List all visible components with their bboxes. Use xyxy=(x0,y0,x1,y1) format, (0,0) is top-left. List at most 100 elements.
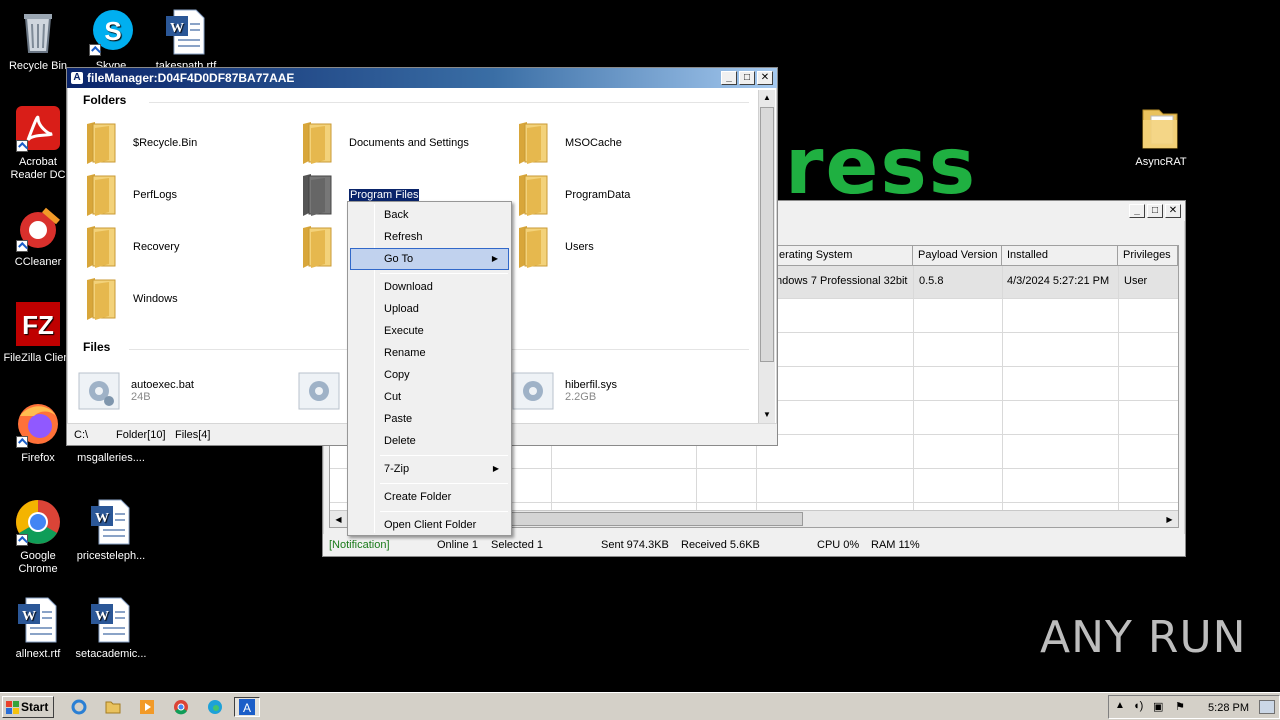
desktop-icon-setacademic[interactable]: W setacademic... xyxy=(73,596,149,661)
scroll-right-icon[interactable]: ▶ xyxy=(1161,511,1178,527)
menu-item-download[interactable]: Download xyxy=(350,276,509,298)
status-sent: Sent 974.3KB xyxy=(601,539,669,551)
desktop-icon-filezilla[interactable]: FZ FileZilla Client xyxy=(0,300,76,365)
desktop-icon-label: msgalleries.... xyxy=(77,452,145,464)
status-received: Received 5.6KB xyxy=(681,539,760,551)
file-item[interactable]: autoexec.bat 24B xyxy=(77,366,194,416)
column-privileges[interactable]: Privileges xyxy=(1118,246,1178,266)
folder-icon xyxy=(1137,104,1185,152)
status-online: Online 1 xyxy=(437,539,478,551)
media-player-icon[interactable] xyxy=(136,697,158,717)
folder-icon xyxy=(83,172,123,218)
maximize-button[interactable]: □ xyxy=(739,71,755,85)
chrome-icon[interactable] xyxy=(170,697,192,717)
status-notification[interactable]: [Notification] xyxy=(329,539,390,551)
explorer-folder-icon[interactable] xyxy=(102,697,124,717)
desktop-icon-skype[interactable]: S Skype xyxy=(73,8,149,73)
scroll-up-icon[interactable]: ▲ xyxy=(759,90,775,106)
desktop-icon-label: Acrobat Reader DC xyxy=(10,156,66,181)
menu-item-execute[interactable]: Execute xyxy=(350,320,509,342)
scroll-left-icon[interactable]: ◀ xyxy=(330,511,347,527)
cell-installed: 4/3/2024 5:27:21 PM xyxy=(1007,275,1110,287)
column-os[interactable]: erating System xyxy=(774,246,913,266)
word-document-icon: W xyxy=(87,498,135,546)
system-file-icon xyxy=(511,371,555,411)
menu-item-upload[interactable]: Upload xyxy=(350,298,509,320)
menu-item-back[interactable]: Back xyxy=(350,204,509,226)
menu-item-refresh[interactable]: Refresh xyxy=(350,226,509,248)
context-menu[interactable]: Back Refresh Go To ▶ Download Upload Exe… xyxy=(347,201,512,536)
desktop-icon-label: Google Chrome xyxy=(18,550,58,575)
menu-item-copy[interactable]: Copy xyxy=(350,364,509,386)
folder-item[interactable]: Windows xyxy=(83,274,178,324)
start-button[interactable]: Start xyxy=(2,696,54,718)
volume-icon[interactable]: ◖) xyxy=(1133,700,1143,712)
menu-item-create-folder[interactable]: Create Folder xyxy=(350,486,509,508)
file-item[interactable]: hiberfil.sys 2.2GB xyxy=(511,366,617,416)
menu-item-goto[interactable]: Go To ▶ xyxy=(350,248,509,270)
desktop-icon-pricesteleph[interactable]: W pricesteleph... xyxy=(73,498,149,563)
system-tray: ▲ ◖) ▣ ⚑ 5:28 PM xyxy=(1108,695,1280,719)
show-hidden-icons-icon[interactable]: ▲ xyxy=(1115,700,1125,711)
folder-name: PerfLogs xyxy=(133,189,178,201)
close-button[interactable]: ✕ xyxy=(757,71,773,85)
status-ram: RAM 11% xyxy=(871,539,920,551)
clock[interactable]: 5:28 PM xyxy=(1208,702,1249,714)
desktop-icon-ccleaner[interactable]: CCleaner xyxy=(0,204,76,269)
system-file-icon xyxy=(297,371,341,411)
column-payload-version[interactable]: Payload Version xyxy=(913,246,1002,266)
scrollbar-thumb[interactable] xyxy=(760,107,774,362)
grid-divider xyxy=(1118,266,1119,510)
svg-text:A: A xyxy=(243,701,251,715)
menu-item-rename[interactable]: Rename xyxy=(350,342,509,364)
status-cpu: CPU 0% xyxy=(817,539,860,551)
flag-icon[interactable]: ⚑ xyxy=(1175,700,1185,713)
desktop-icon-chrome[interactable]: Google Chrome xyxy=(0,498,76,576)
skype-icon: S xyxy=(87,8,135,56)
folder-item[interactable]: ProgramData xyxy=(515,170,630,220)
menu-item-label: 7-Zip xyxy=(384,463,410,475)
column-installed[interactable]: Installed xyxy=(1002,246,1118,266)
desktop-icon-label: AsyncRAT xyxy=(1135,156,1187,168)
taskbar: Start A ▲ ◖) ▣ ⚑ 5:28 PM xyxy=(0,692,1280,720)
desktop-icon-allnext[interactable]: W allnext.rtf xyxy=(0,596,76,661)
ccleaner-icon xyxy=(14,204,62,252)
status-file-count: Files[4] xyxy=(175,429,211,441)
internet-explorer-icon[interactable] xyxy=(68,697,90,717)
desktop-icon-recycle-bin[interactable]: Recycle Bin xyxy=(0,8,76,73)
menu-item-open-client-folder[interactable]: Open Client Folder xyxy=(350,514,509,536)
svg-text:W: W xyxy=(170,21,184,36)
menu-item-delete[interactable]: Delete xyxy=(350,430,509,452)
desktop-icon-takespath[interactable]: W takespath.rtf xyxy=(148,8,224,73)
minimize-button[interactable]: _ xyxy=(721,71,737,85)
folder-item[interactable]: $Recycle.Bin xyxy=(83,118,197,168)
word-document-icon: W xyxy=(87,596,135,644)
desktop-icon-firefox[interactable]: Firefox xyxy=(0,400,76,465)
menu-item-cut[interactable]: Cut xyxy=(350,386,509,408)
desktop-icon-acrobat[interactable]: Acrobat Reader DC xyxy=(0,104,76,182)
edge-icon[interactable] xyxy=(204,697,226,717)
folder-item[interactable]: PerfLogs xyxy=(83,170,177,220)
folder-item[interactable]: Recovery xyxy=(83,222,179,272)
close-button[interactable]: ✕ xyxy=(1165,204,1181,218)
system-file-icon xyxy=(77,371,121,411)
menu-item-label: Go To xyxy=(384,253,414,265)
show-desktop-icon[interactable] xyxy=(1259,700,1275,714)
scroll-down-icon[interactable]: ▼ xyxy=(759,407,775,423)
desktop-icon-asyncrat[interactable]: AsyncRAT xyxy=(1123,104,1199,169)
folder-item[interactable]: MSOCache xyxy=(515,118,622,168)
menu-item-7zip[interactable]: 7-Zip ▶ xyxy=(350,458,509,480)
status-selected: Selected 1 xyxy=(491,539,543,551)
folder-item[interactable]: Documents and Settings xyxy=(299,118,469,168)
vertical-scrollbar[interactable]: ▲ ▼ xyxy=(758,90,775,423)
minimize-button[interactable]: _ xyxy=(1129,204,1145,218)
folder-item[interactable]: Users xyxy=(515,222,594,272)
asyncrat-taskbar-icon[interactable]: A xyxy=(234,697,260,717)
network-icon[interactable]: ▣ xyxy=(1153,700,1163,713)
maximize-button[interactable]: □ xyxy=(1147,204,1163,218)
word-document-icon: W xyxy=(14,596,62,644)
submenu-arrow-icon: ▶ xyxy=(492,464,499,473)
file-manager-titlebar[interactable]: A fileManager:D04F4D0DF87BA77AAE _ □ ✕ xyxy=(67,68,777,88)
desktop-icon-label: allnext.rtf xyxy=(15,648,61,660)
menu-item-paste[interactable]: Paste xyxy=(350,408,509,430)
